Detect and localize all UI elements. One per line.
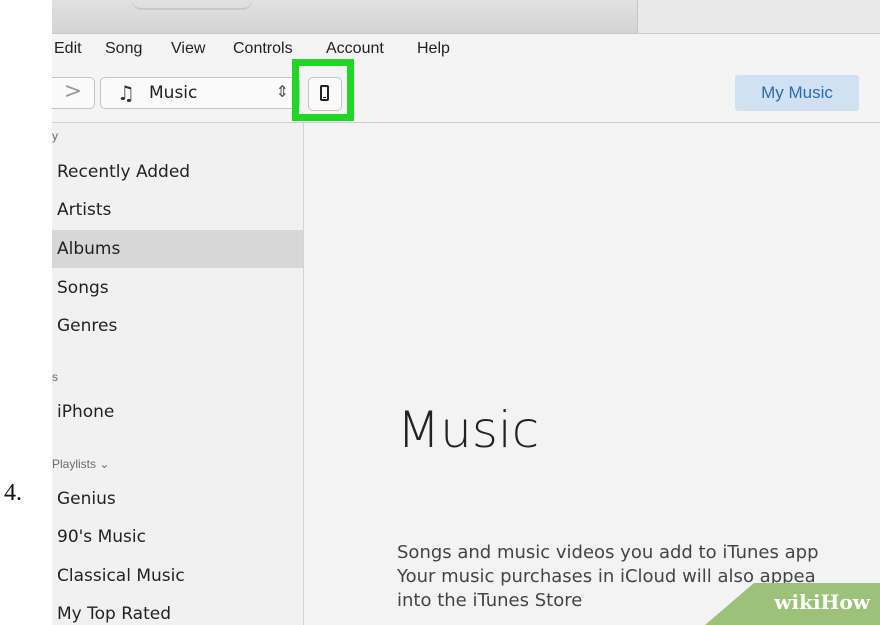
- devices-heading: s: [52, 370, 58, 384]
- description-line: Songs and music videos you add to iTunes…: [397, 542, 819, 563]
- music-note-icon: ♫: [117, 81, 135, 105]
- device-button-highlight: [292, 59, 354, 121]
- sidebar-item-genres[interactable]: Genres: [52, 307, 303, 345]
- wikihow-logo-text: wikiHow: [774, 590, 870, 614]
- sidebar-item-classical-music[interactable]: Classical Music: [52, 557, 303, 595]
- menu-song[interactable]: Song: [105, 40, 142, 58]
- main-content: Music Songs and music videos you add to …: [304, 123, 880, 625]
- sidebar-item-artists[interactable]: Artists: [52, 191, 303, 229]
- step-number: 4.: [4, 480, 22, 506]
- sidebar-item-iphone[interactable]: iPhone: [52, 393, 303, 431]
- forward-button[interactable]: >: [52, 77, 95, 109]
- up-down-chevron-icon: ⇕: [275, 82, 289, 101]
- library-heading: y: [52, 129, 58, 143]
- media-kind-label: Music: [149, 83, 198, 103]
- menu-bar: Edit Song View Controls Account Help: [52, 33, 880, 68]
- volume-slider[interactable]: [132, 0, 252, 10]
- sidebar-item-songs[interactable]: Songs: [52, 269, 303, 307]
- now-playing-display: [637, 0, 880, 33]
- sidebar-item-genius[interactable]: Genius: [52, 480, 303, 518]
- sidebar-item-my-top-rated[interactable]: My Top Rated: [52, 595, 303, 625]
- menu-view[interactable]: View: [171, 40, 205, 58]
- sidebar-item-recently-added[interactable]: Recently Added: [52, 153, 303, 191]
- playlists-heading[interactable]: Playlists ⌄: [52, 457, 109, 471]
- toolbar: > ♫ Music ⇕ My Music: [52, 67, 880, 123]
- sidebar: y Recently Added Artists Albums Songs Ge…: [52, 123, 304, 625]
- itunes-window: Edit Song View Controls Account Help > ♫…: [52, 0, 880, 625]
- media-kind-selector[interactable]: ♫ Music ⇕: [100, 77, 300, 109]
- menu-controls[interactable]: Controls: [233, 40, 293, 58]
- sidebar-item-albums[interactable]: Albums: [52, 230, 303, 268]
- my-music-button[interactable]: My Music: [735, 75, 859, 111]
- menu-help[interactable]: Help: [417, 40, 450, 58]
- title-bar: [52, 0, 880, 33]
- page-title: Music: [397, 401, 540, 459]
- menu-account[interactable]: Account: [326, 40, 384, 58]
- sidebar-item-90s-music[interactable]: 90's Music: [52, 518, 303, 556]
- menu-edit[interactable]: Edit: [54, 40, 82, 58]
